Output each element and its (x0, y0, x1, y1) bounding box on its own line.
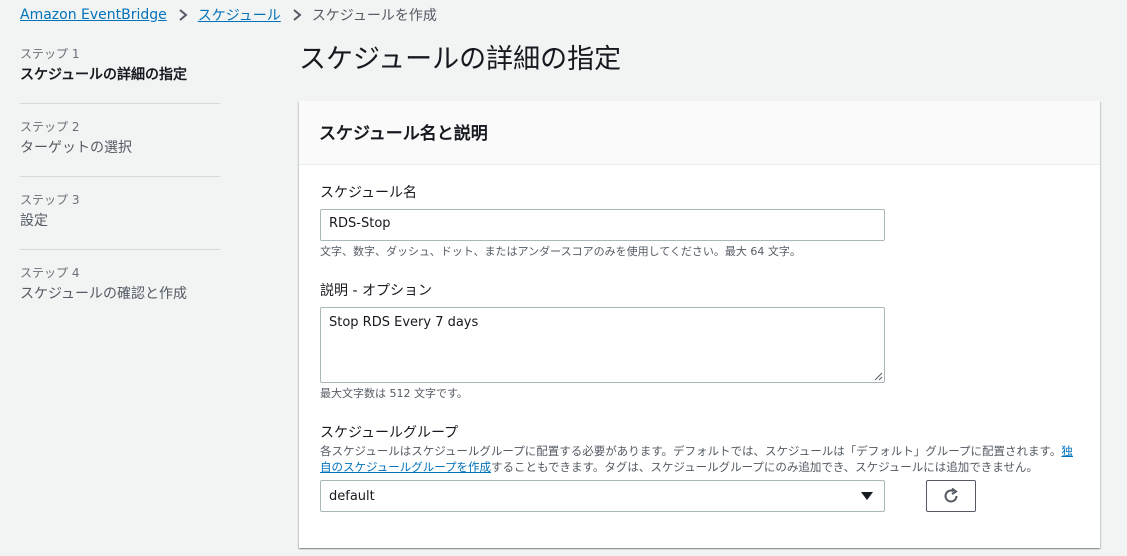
schedule-details-panel: スケジュール名と説明 スケジュール名 RDS-Stop 文字、数字、ダッシュ、ド… (299, 101, 1100, 548)
page-title: スケジュールの詳細の指定 (299, 44, 622, 75)
breadcrumb-link-eventbridge[interactable]: Amazon EventBridge (20, 7, 167, 23)
step-title: ターゲットの選択 (20, 140, 132, 156)
step-title: スケジュールの確認と作成 (20, 286, 188, 302)
wizard-step-3[interactable]: ステップ 3 設定 (20, 177, 220, 250)
description-field: 説明 - オプション Stop RDS Every 7 days 最大文字数は … (320, 281, 885, 402)
schedule-group-description: 各スケジュールはスケジュールグループに配置する必要があります。デフォルトでは、ス… (320, 443, 1080, 475)
schedule-group-selected: default (329, 488, 375, 504)
step-number: ステップ 1 (20, 47, 80, 61)
description-label: 説明 - オプション (320, 283, 432, 299)
chevron-right-icon (291, 9, 303, 21)
step-title: スケジュールの詳細の指定 (20, 67, 188, 83)
schedule-group-label: スケジュールグループ (320, 425, 459, 441)
chevron-right-icon (177, 9, 189, 21)
breadcrumb: Amazon EventBridge スケジュール スケジュールを作成 (20, 5, 437, 25)
resize-grip-icon[interactable] (874, 372, 883, 381)
wizard-step-1: ステップ 1 スケジュールの詳細の指定 (20, 40, 220, 104)
description-value: Stop RDS Every 7 days (329, 315, 479, 330)
step-title: 設定 (20, 213, 48, 229)
refresh-icon (944, 487, 958, 503)
schedule-group-desc-text-2: することもできます。タグは、スケジュールグループにのみ追加でき、スケジュールには… (491, 460, 1038, 474)
description-hint: 最大文字数は 512 文字です。 (320, 387, 468, 400)
step-number: ステップ 2 (20, 120, 80, 134)
wizard-step-4[interactable]: ステップ 4 スケジュールの確認と作成 (20, 250, 220, 322)
schedule-name-input[interactable]: RDS-Stop (320, 209, 885, 241)
refresh-button[interactable] (926, 480, 976, 512)
schedule-name-label: スケジュール名 (320, 185, 418, 201)
breadcrumb-link-schedules[interactable]: スケジュール (198, 5, 281, 25)
schedule-group-field: スケジュールグループ 各スケジュールはスケジュールグループに配置する必要がありま… (320, 423, 1080, 512)
wizard-step-2[interactable]: ステップ 2 ターゲットの選択 (20, 104, 220, 177)
schedule-name-field: スケジュール名 RDS-Stop 文字、数字、ダッシュ、ドット、またはアンダース… (320, 183, 885, 260)
breadcrumb-current: スケジュールを作成 (311, 8, 437, 24)
description-textarea[interactable]: Stop RDS Every 7 days (320, 307, 885, 383)
schedule-group-select[interactable]: default (320, 480, 885, 512)
wizard-steps: ステップ 1 スケジュールの詳細の指定 ステップ 2 ターゲットの選択 ステップ… (20, 40, 220, 322)
schedule-group-desc-text: 各スケジュールはスケジュールグループに配置する必要があります。デフォルトでは、ス… (320, 444, 1062, 458)
panel-title: スケジュール名と説明 (299, 101, 1100, 165)
caret-down-icon (861, 492, 873, 500)
schedule-name-hint: 文字、数字、ダッシュ、ドット、またはアンダースコアのみを使用してください。最大 … (320, 245, 801, 258)
step-number: ステップ 4 (20, 266, 80, 280)
step-number: ステップ 3 (20, 193, 80, 207)
